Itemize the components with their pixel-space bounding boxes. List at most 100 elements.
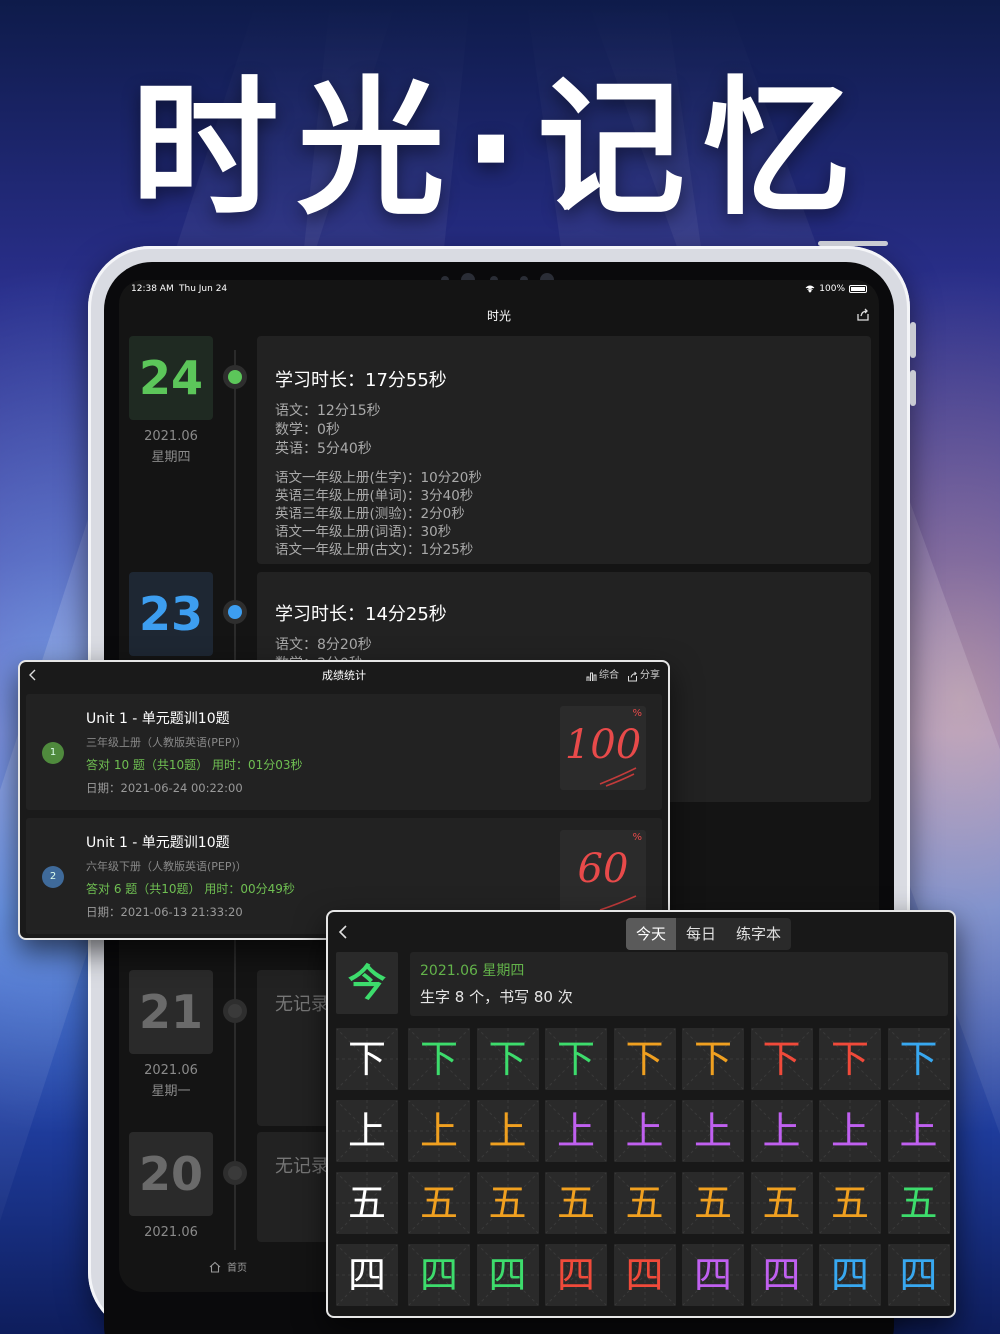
handwriting-cell[interactable]: 下 [408, 1028, 470, 1090]
back-icon[interactable] [336, 924, 352, 940]
handwriting-cell[interactable]: 上 [750, 1100, 813, 1162]
handwriting-cell[interactable]: 上 [682, 1100, 744, 1162]
timeline-dot [223, 600, 247, 624]
handwriting-cell[interactable]: 四 [408, 1244, 470, 1306]
day-entry[interactable]: 学习时长：17分55秒 语文：12分15秒 数学：0秒 英语：5分40秒 语文一… [257, 336, 871, 564]
handwriting-cell[interactable]: 上 [476, 1100, 539, 1162]
day-card[interactable]: 24 [129, 336, 213, 420]
day-meta: 2021.06 星期一 [129, 1060, 213, 1102]
share-icon[interactable] [855, 307, 871, 323]
practice-panel: 今天 每日 练字本 今 2021.06 星期四 生字 8 个，书写 80 次 下… [326, 910, 956, 1318]
course-line: 英语三年级上册(测验)：2分0秒 [275, 506, 465, 522]
subject-line: 语文：12分15秒 [275, 403, 381, 419]
summary-button[interactable]: 综合 [586, 662, 619, 690]
score-tools: 综合 分享 [586, 662, 660, 690]
handwriting-cell[interactable]: 下 [887, 1028, 950, 1090]
score-box: % 100 [560, 706, 646, 790]
handwriting-cell[interactable]: 下 [819, 1028, 881, 1090]
handwritten-char: 五 [693, 1181, 732, 1225]
handwritten-char: 四 [556, 1253, 595, 1297]
handwriting-cell[interactable]: 下 [545, 1028, 607, 1090]
status-time: 12:38 AM [131, 284, 174, 294]
handwriting-cell[interactable]: 五 [682, 1172, 744, 1234]
tab-notebook[interactable]: 练字本 [726, 918, 791, 950]
handwriting-cell[interactable]: 四 [682, 1244, 744, 1306]
battery-icon [849, 285, 867, 293]
handwriting-cell[interactable]: 下 [750, 1028, 813, 1090]
day-number: 23 [138, 587, 203, 641]
handwritten-char: 五 [419, 1181, 458, 1225]
exam-stat: 答对 6 题（共10题） 用时：00分49秒 [86, 882, 295, 896]
row-char: 五 [347, 1181, 386, 1225]
segment-control: 今天 每日 练字本 [626, 918, 792, 950]
handwriting-cell[interactable]: 上 [408, 1100, 470, 1162]
handwritten-char: 上 [693, 1109, 732, 1153]
handwriting-cell[interactable]: 上 [545, 1100, 607, 1162]
row-char-box[interactable]: 下 [336, 1028, 398, 1090]
handwritten-char: 四 [625, 1253, 664, 1297]
handwriting-cell[interactable]: 五 [887, 1172, 950, 1234]
handwriting-cell[interactable]: 四 [887, 1244, 950, 1306]
day-number: 24 [138, 351, 203, 405]
exam-title: Unit 1 - 单元题训10题 [86, 835, 230, 851]
handwriting-cell[interactable]: 五 [750, 1172, 813, 1234]
day-card[interactable]: 23 [129, 572, 213, 656]
handwritten-char: 下 [556, 1037, 595, 1081]
handwriting-cell[interactable]: 五 [613, 1172, 676, 1234]
handwritten-char: 下 [830, 1037, 869, 1081]
handwriting-cell[interactable]: 下 [613, 1028, 676, 1090]
today-date: 2021.06 星期四 [420, 963, 525, 979]
share-label: 分享 [640, 670, 660, 681]
score-underline [599, 767, 637, 787]
handwriting-cell[interactable]: 五 [476, 1172, 539, 1234]
timeline-dot [223, 1161, 247, 1185]
handwriting-cell[interactable]: 四 [613, 1244, 676, 1306]
status-date: Thu Jun 24 [179, 284, 228, 294]
handwriting-cell[interactable]: 下 [476, 1028, 539, 1090]
handwritten-char: 五 [899, 1181, 938, 1225]
handwriting-cell[interactable]: 四 [819, 1244, 881, 1306]
handwriting-cell[interactable]: 上 [819, 1100, 881, 1162]
handwritten-char: 上 [762, 1109, 801, 1153]
tab-home[interactable]: 首页 [209, 1259, 247, 1274]
study-duration: 学习时长：17分55秒 [275, 370, 447, 391]
score-panel-title: 成绩统计 [322, 669, 366, 682]
day-card[interactable]: 20 [129, 1132, 213, 1216]
day-number: 21 [138, 985, 203, 1039]
timeline-dot [223, 999, 247, 1023]
timeline-dot [223, 365, 247, 389]
tab-today[interactable]: 今天 [626, 918, 677, 950]
handwritten-char: 四 [419, 1253, 458, 1297]
exam-stat: 答对 10 题（共10题） 用时：01分03秒 [86, 758, 303, 772]
exam-date: 日期：2021-06-13 21:33:20 [86, 905, 243, 919]
share-icon [628, 671, 637, 681]
course-line: 语文一年级上册(古文)：1分25秒 [275, 542, 474, 558]
handwriting-cell[interactable]: 五 [545, 1172, 607, 1234]
row-char: 四 [347, 1253, 386, 1297]
day-weekday: 星期四 [151, 450, 191, 465]
handwriting-cell[interactable]: 下 [682, 1028, 744, 1090]
handwritten-char: 四 [762, 1253, 801, 1297]
handwriting-cell[interactable]: 五 [408, 1172, 470, 1234]
row-char-box[interactable]: 上 [336, 1100, 398, 1162]
day-weekday: 星期一 [151, 1084, 191, 1099]
handwriting-cell[interactable]: 上 [613, 1100, 676, 1162]
handwriting-cell[interactable]: 五 [819, 1172, 881, 1234]
share-button[interactable]: 分享 [627, 662, 660, 690]
handwriting-cell[interactable]: 上 [887, 1100, 950, 1162]
battery-percent: 100% [819, 284, 845, 294]
row-char-box[interactable]: 四 [336, 1244, 398, 1306]
back-icon[interactable] [26, 668, 40, 682]
nav-title: 时光 [486, 309, 511, 323]
score-panel-header: 成绩统计 综合 分享 [20, 662, 668, 690]
status-right: 100% [805, 284, 867, 294]
headline: 时光·记忆 [130, 63, 870, 235]
row-char: 上 [347, 1109, 386, 1153]
day-card[interactable]: 21 [129, 970, 213, 1054]
handwriting-cell[interactable]: 四 [545, 1244, 607, 1306]
row-char-box[interactable]: 五 [336, 1172, 398, 1234]
handwriting-cell[interactable]: 四 [750, 1244, 813, 1306]
score-row[interactable]: 1 Unit 1 - 单元题训10题 三年级上册（人教版英语(PEP)） 答对 … [26, 694, 662, 810]
tab-daily[interactable]: 每日 [676, 918, 726, 950]
handwriting-cell[interactable]: 四 [476, 1244, 539, 1306]
